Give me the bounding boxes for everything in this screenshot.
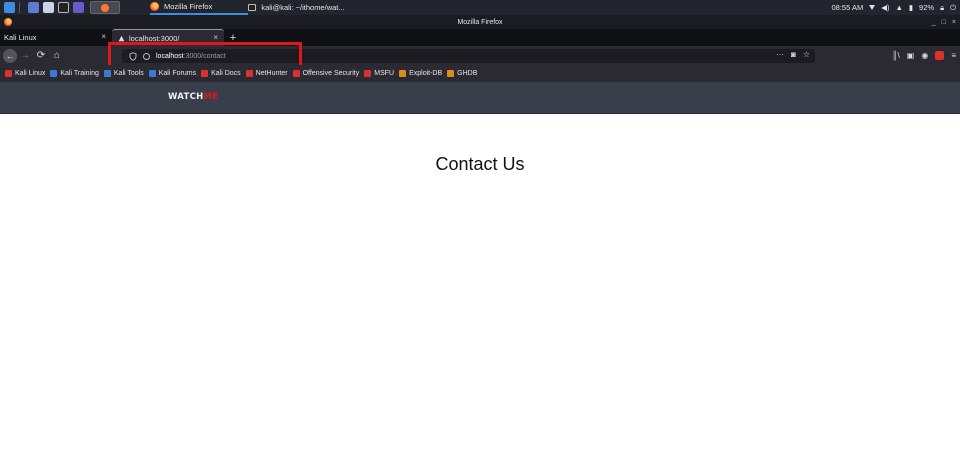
page-content: Contact Us <box>0 114 960 475</box>
logo-accent-text: ME <box>203 92 219 102</box>
tab-label: Kali Linux <box>4 33 37 42</box>
clock[interactable]: 08:55 AM <box>832 3 864 12</box>
bookmark-favicon-icon <box>148 70 156 77</box>
terminal-icon <box>248 4 257 11</box>
page-actions-button[interactable]: ··· <box>776 50 784 59</box>
bookmark-favicon-icon <box>50 70 58 77</box>
bookmark-label: Kali Docs <box>211 70 241 77</box>
bookmark-favicon-icon <box>292 70 300 77</box>
bookmark-label: NetHunter <box>255 70 288 77</box>
bookmarks-toolbar: Kali Linux Kali Training Kali Tools Kali… <box>0 65 960 82</box>
workspace-switcher[interactable] <box>90 1 120 14</box>
bookmark-label: Offensive Security <box>302 70 360 77</box>
battery-level: 92% <box>919 3 935 12</box>
account-icon[interactable]: ◉ <box>921 51 928 60</box>
back-button[interactable]: ← <box>3 48 17 63</box>
bookmark-favicon-icon <box>245 70 253 77</box>
tab-close-icon[interactable]: × <box>101 32 106 41</box>
taskbar-task-terminal[interactable]: kali@kali: ~/ithome/wat... <box>248 0 345 15</box>
tab-close-icon[interactable]: × <box>213 33 218 42</box>
kali-menu-icon[interactable] <box>4 2 15 13</box>
terminal-launcher-icon[interactable] <box>58 2 69 13</box>
site-logo[interactable]: WATCHME <box>168 92 218 102</box>
bookmark-item[interactable]: Kali Docs <box>201 70 241 77</box>
home-button[interactable]: ⌂ <box>49 48 65 64</box>
network-icon[interactable] <box>869 5 876 10</box>
taskbar-task-label: Mozilla Firefox <box>164 2 213 11</box>
maximize-button[interactable]: □ <box>942 19 946 26</box>
pocket-icon[interactable]: ◙ <box>791 50 796 59</box>
bookmark-favicon-icon <box>103 70 111 77</box>
extension-icon[interactable] <box>935 51 945 60</box>
bookmark-item[interactable]: Offensive Security <box>292 70 360 77</box>
lock-icon[interactable]: 🔒︎ <box>940 3 944 13</box>
site-favicon-icon <box>118 35 125 41</box>
bookmark-item[interactable]: Kali Forums <box>148 70 197 77</box>
bookmark-label: Kali Training <box>60 70 99 77</box>
page-heading: Contact Us <box>435 154 525 174</box>
firefox-icon <box>101 3 109 12</box>
library-icon[interactable]: ║\ <box>892 51 900 60</box>
site-navbar: WATCHME <box>0 82 960 114</box>
notification-bell-icon[interactable]: ▲ <box>895 3 902 12</box>
bookmark-item[interactable]: GHDB <box>447 70 477 77</box>
bookmark-item[interactable]: Exploit-DB <box>399 70 442 77</box>
bookmark-item[interactable]: Kali Training <box>50 70 99 77</box>
menu-icon[interactable]: ≡ <box>951 51 956 60</box>
bookmark-favicon-icon <box>447 70 455 77</box>
close-window-button[interactable]: × <box>952 19 956 26</box>
taskbar-task-label: kali@kali: ~/ithome/wat... <box>261 3 345 12</box>
logo-main-text: WATCH <box>168 92 204 102</box>
firefox-icon <box>150 2 159 11</box>
volume-icon[interactable]: ◀) <box>881 3 889 12</box>
firefox-icon <box>4 18 12 26</box>
battery-icon[interactable]: ▮ <box>909 3 913 12</box>
bookmark-label: MSFU <box>374 70 395 77</box>
sidebar-icon[interactable]: ▣ <box>907 51 915 60</box>
power-icon[interactable]: ⏻ <box>950 3 956 13</box>
bookmark-star-icon[interactable]: ☆ <box>803 50 810 59</box>
bookmark-favicon-icon <box>201 70 209 77</box>
browser-launcher-icon[interactable] <box>73 2 84 13</box>
bookmark-item[interactable]: Kali Linux <box>5 70 45 77</box>
bookmark-favicon-icon <box>399 70 407 77</box>
window-titlebar[interactable]: Mozilla Firefox _ □ × <box>0 15 960 29</box>
tab-kali-linux[interactable]: Kali Linux × <box>0 29 112 46</box>
bookmark-favicon-icon <box>5 70 12 77</box>
forward-button[interactable]: → <box>17 48 33 64</box>
reload-button[interactable]: ⟳ <box>33 48 49 64</box>
bookmark-label: Kali Linux <box>15 70 46 77</box>
bookmark-item[interactable]: Kali Tools <box>103 70 144 77</box>
bookmark-label: Kali Tools <box>113 70 144 77</box>
file-manager-icon[interactable] <box>43 2 54 13</box>
show-desktop-icon[interactable] <box>28 2 39 13</box>
window-title: Mozilla Firefox <box>457 18 503 26</box>
desktop-taskbar: Mozilla Firefox kali@kali: ~/ithome/wat.… <box>0 0 960 15</box>
bookmark-label: Exploit-DB <box>409 70 443 77</box>
bookmark-favicon-icon <box>364 70 372 77</box>
bookmark-label: GHDB <box>457 70 478 77</box>
bookmark-item[interactable]: MSFU <box>364 70 394 77</box>
minimize-button[interactable]: _ <box>932 19 936 26</box>
taskbar-separator <box>19 2 20 13</box>
bookmark-label: Kali Forums <box>158 70 197 77</box>
taskbar-task-firefox[interactable]: Mozilla Firefox <box>150 0 249 15</box>
bookmark-item[interactable]: NetHunter <box>245 70 288 77</box>
